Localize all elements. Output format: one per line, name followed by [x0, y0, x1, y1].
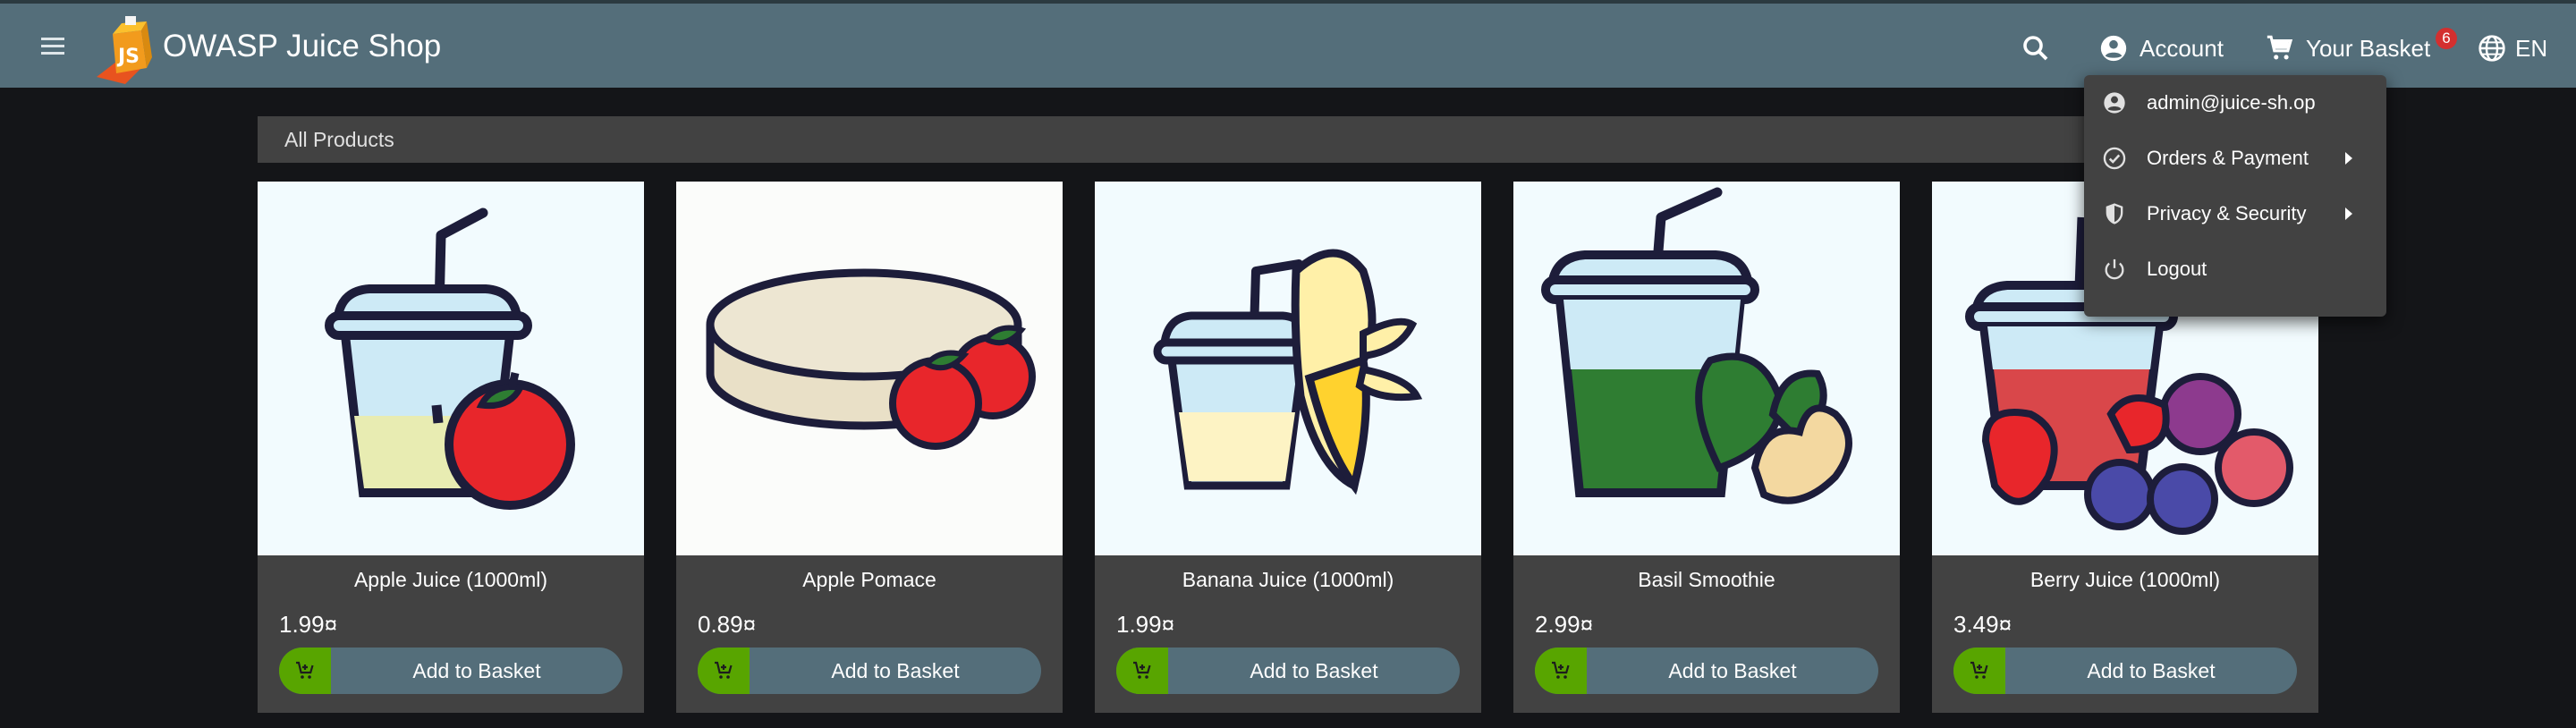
product-name: Basil Smoothie — [1638, 568, 1775, 591]
add-to-basket-label: Add to Basket — [1250, 659, 1378, 682]
add-to-basket-label: Add to Basket — [412, 659, 541, 682]
account-dropdown-menu: admin@juice-sh.op Orders & Payment Priva… — [2084, 75, 2386, 317]
product-price: 2.99¤ — [1535, 611, 1594, 638]
product-price: 0.89¤ — [698, 611, 757, 638]
basil-smoothie-image[interactable] — [1513, 182, 1900, 555]
submenu-arrow-icon — [2345, 207, 2352, 220]
search-icon[interactable] — [2020, 32, 2052, 64]
menu-item-privacy-security-label: Privacy & Security — [2147, 202, 2307, 224]
product-name: Banana Juice (1000ml) — [1182, 568, 1394, 591]
check-circle-icon — [2103, 147, 2126, 170]
hamburger-menu-icon[interactable] — [36, 29, 72, 64]
add-to-basket-label: Add to Basket — [2087, 659, 2216, 682]
product-price: 3.49¤ — [1953, 611, 2012, 638]
menu-item-privacy-security[interactable]: Privacy & Security — [2084, 186, 2386, 241]
menu-item-orders-payment-label: Orders & Payment — [2147, 147, 2309, 169]
language-label: EN — [2515, 34, 2548, 62]
power-icon — [2105, 258, 2124, 280]
add-to-basket-button[interactable]: Add to Basket — [1953, 648, 2297, 694]
add-to-basket-button[interactable]: Add to Basket — [1535, 648, 1878, 694]
menu-item-email[interactable]: admin@juice-sh.op — [2084, 75, 2386, 131]
add-shopping-cart-icon — [1116, 648, 1168, 694]
product-card[interactable]: Basil Smoothie 2.99¤ Add to Basket — [1513, 182, 1900, 713]
svg-text:JS: JS — [116, 46, 140, 68]
section-title: All Products — [258, 116, 2318, 163]
language-button[interactable]: EN — [2478, 30, 2547, 66]
apple-pomace-image[interactable] — [676, 182, 1063, 555]
product-card[interactable]: Apple Pomace 0.89¤ Add to Basket — [676, 182, 1063, 713]
globe-icon — [2479, 35, 2505, 62]
app-title[interactable]: OWASP Juice Shop — [163, 29, 441, 64]
add-to-basket-button[interactable]: Add to Basket — [1116, 648, 1460, 694]
juice-shop-logo[interactable]: JS — [89, 14, 165, 86]
add-to-basket-button[interactable]: Add to Basket — [279, 648, 623, 694]
menu-item-logout-label: Logout — [2147, 258, 2207, 280]
add-shopping-cart-icon — [1535, 648, 1587, 694]
product-name: Apple Juice (1000ml) — [353, 568, 548, 591]
menu-item-logout[interactable]: Logout — [2084, 241, 2386, 297]
basket-button[interactable]: Your Basket — [2265, 30, 2430, 66]
menu-item-orders-payment[interactable]: Orders & Payment — [2084, 131, 2386, 186]
account-button[interactable]: Account — [2098, 30, 2224, 66]
account-circle-icon — [2104, 92, 2125, 114]
add-shopping-cart-icon — [698, 648, 750, 694]
add-to-basket-button[interactable]: Add to Basket — [698, 648, 1041, 694]
product-name: Berry Juice (1000ml) — [2029, 568, 2221, 591]
shield-icon — [2106, 203, 2123, 224]
submenu-arrow-icon — [2345, 152, 2352, 165]
product-card[interactable]: Banana Juice (1000ml) 1.99¤ Add to Baske… — [1095, 182, 1481, 713]
add-shopping-cart-icon — [1953, 648, 2005, 694]
product-card[interactable]: Apple Juice (1000ml) 1.99¤ Add to Basket — [258, 182, 644, 713]
product-name: Apple Pomace — [802, 568, 936, 591]
apple-juice-image[interactable] — [258, 182, 644, 555]
account-circle-icon — [2100, 35, 2127, 62]
menu-item-email-label: admin@juice-sh.op — [2147, 91, 2316, 114]
shopping-cart-icon — [2267, 35, 2293, 60]
add-to-basket-label: Add to Basket — [831, 659, 960, 682]
banana-juice-image[interactable] — [1095, 182, 1481, 555]
product-price: 1.99¤ — [1116, 611, 1175, 638]
product-price: 1.99¤ — [279, 611, 338, 638]
add-to-basket-label: Add to Basket — [1668, 659, 1797, 682]
account-label: Account — [2140, 34, 2224, 62]
basket-label: Your Basket — [2306, 34, 2431, 62]
add-shopping-cart-icon — [279, 648, 331, 694]
basket-count-badge: 6 — [2436, 28, 2457, 49]
